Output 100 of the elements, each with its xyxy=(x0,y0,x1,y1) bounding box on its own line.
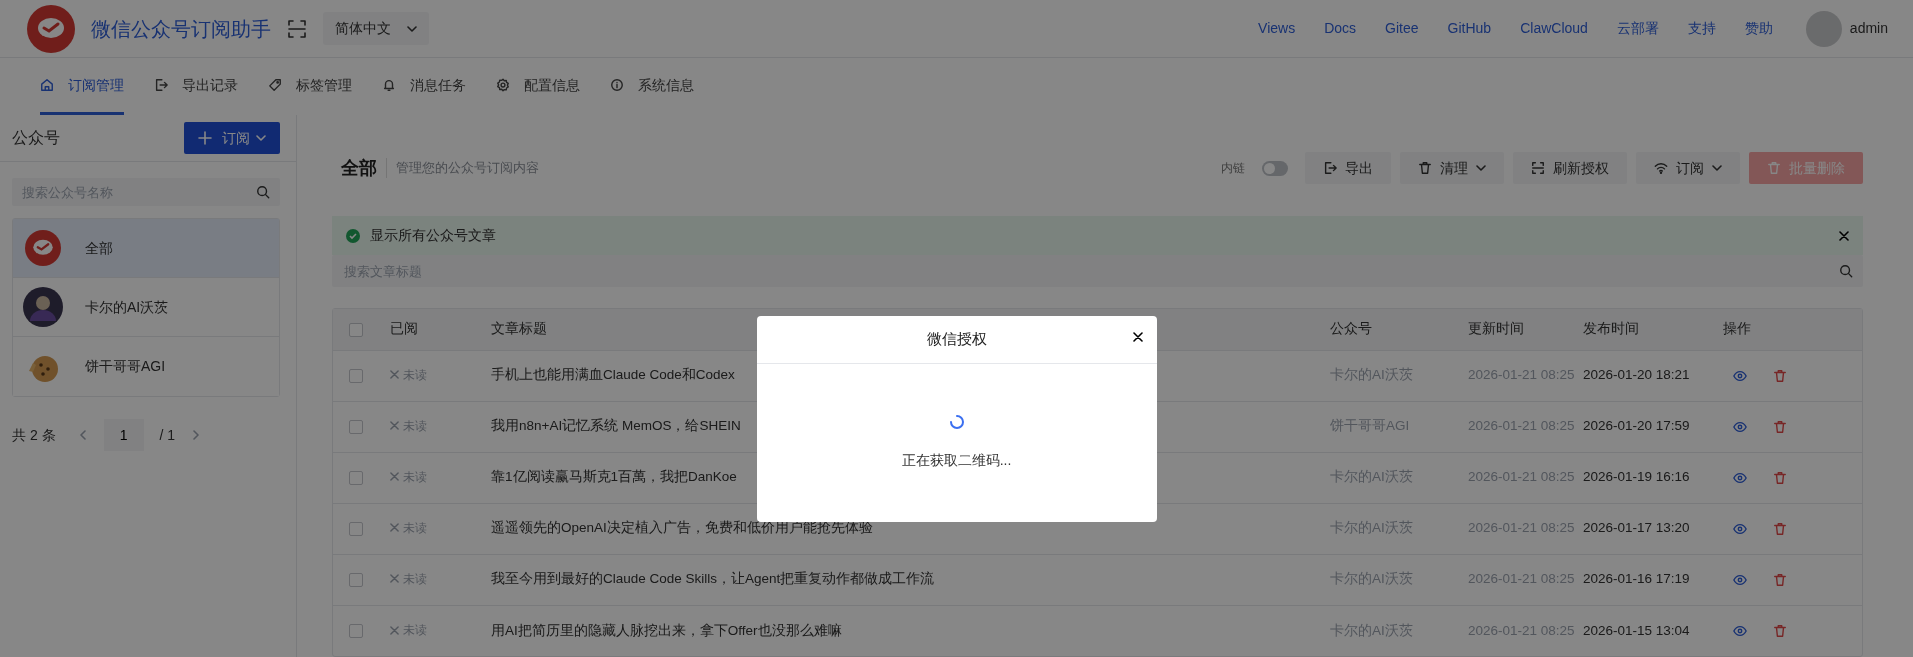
published-time: 2026-01-17 13:20 xyxy=(1583,520,1690,536)
column-header: 文章标题 xyxy=(491,321,547,337)
chevron-down-icon xyxy=(407,23,417,34)
user-avatar[interactable] xyxy=(1805,10,1842,47)
trash-icon xyxy=(1773,572,1787,587)
view-button[interactable] xyxy=(1733,572,1747,587)
logo-icon xyxy=(25,230,61,266)
home-icon xyxy=(40,78,54,92)
modal-title: 微信授权 xyxy=(926,329,987,350)
column-header: 操作 xyxy=(1723,321,1751,337)
checkbox[interactable] xyxy=(349,521,363,536)
delete-button[interactable] xyxy=(1773,368,1787,383)
toolbar-button[interactable]: 刷新授权 xyxy=(1513,152,1627,184)
nav-link[interactable]: 云部署 xyxy=(1616,18,1659,39)
nav-link[interactable]: 赞助 xyxy=(1744,18,1773,39)
avatar-icon xyxy=(23,287,63,327)
nav-tab[interactable]: 消息任务 xyxy=(382,58,466,115)
exit-icon xyxy=(1323,161,1337,175)
nav-tab[interactable]: 导出记录 xyxy=(154,58,238,115)
toolbar-button[interactable]: 导出 xyxy=(1305,152,1391,184)
loading-spinner xyxy=(948,414,965,430)
view-button[interactable] xyxy=(1733,470,1747,485)
close-button[interactable] xyxy=(1132,332,1143,342)
delete-button[interactable] xyxy=(1773,470,1787,485)
delete-button[interactable] xyxy=(1773,572,1787,587)
toolbar-button[interactable]: 订阅 xyxy=(1636,152,1740,184)
nav-link[interactable]: GitHub xyxy=(1447,18,1492,39)
checkbox[interactable] xyxy=(349,368,363,383)
cross-icon xyxy=(390,421,399,431)
trash-icon xyxy=(1773,419,1787,434)
toolbar-button[interactable]: 清理 xyxy=(1400,152,1504,184)
chevron-left-icon xyxy=(77,430,88,440)
nav-link[interactable]: Views xyxy=(1258,18,1296,39)
chevron-down-icon xyxy=(1712,163,1722,173)
delete-button[interactable] xyxy=(1773,521,1787,536)
view-button[interactable] xyxy=(1733,623,1747,638)
total-count: 共 2 条 xyxy=(12,425,56,445)
subscribe-button[interactable]: 订阅 xyxy=(184,122,280,154)
eye-icon xyxy=(1733,521,1747,536)
article-title: 手机上也能用满血Claude Code和Codex xyxy=(491,367,735,383)
chevron-down-icon xyxy=(256,133,266,143)
scan-icon xyxy=(1531,161,1545,175)
nav-tab[interactable]: 配置信息 xyxy=(496,58,580,115)
page-field[interactable]: 1 xyxy=(103,419,144,451)
trash-icon xyxy=(1773,368,1787,383)
published-time: 2026-01-20 17:59 xyxy=(1583,418,1690,434)
nav-link[interactable]: Docs xyxy=(1324,18,1357,39)
info-icon xyxy=(610,78,624,92)
eye-icon xyxy=(1733,470,1747,485)
nav-tab[interactable]: 订阅管理 xyxy=(40,58,124,115)
logo-icon xyxy=(27,4,75,53)
view-button[interactable] xyxy=(1733,521,1747,536)
account-item[interactable]: 全部 xyxy=(13,219,279,278)
trash-icon xyxy=(1418,161,1432,175)
user-name: admin xyxy=(1849,19,1888,38)
nav-tab[interactable]: 系统信息 xyxy=(610,58,694,115)
view-button[interactable] xyxy=(1733,368,1747,383)
checkbox[interactable] xyxy=(349,419,363,434)
nav-tab[interactable]: 标签管理 xyxy=(268,58,352,115)
toggle-label: 内链 xyxy=(1221,160,1245,177)
checkbox[interactable] xyxy=(349,322,363,337)
toggle-switch[interactable] xyxy=(1262,160,1288,176)
cross-icon xyxy=(390,472,399,482)
trash-icon xyxy=(1773,521,1787,536)
checkbox[interactable] xyxy=(349,470,363,485)
close-icon xyxy=(1839,230,1849,241)
loading-text: 正在获取二维码... xyxy=(901,451,1012,470)
delete-button[interactable] xyxy=(1773,419,1787,434)
nav-link[interactable]: Gitee xyxy=(1385,18,1419,39)
cross-icon xyxy=(390,625,399,635)
exit-icon xyxy=(154,78,168,92)
checkbox[interactable] xyxy=(349,624,363,639)
plus-icon xyxy=(198,131,212,145)
close-icon xyxy=(1132,332,1143,342)
scan-icon xyxy=(287,18,307,39)
delete-button[interactable] xyxy=(1773,623,1787,638)
search-icon xyxy=(256,185,270,199)
page-title: 全部 xyxy=(341,156,377,180)
published-time: 2026-01-20 18:21 xyxy=(1583,367,1690,383)
bell-icon xyxy=(382,78,396,92)
trash-icon xyxy=(1773,470,1787,485)
check-circle-icon xyxy=(346,228,360,243)
checkbox[interactable] xyxy=(349,572,363,587)
app-title: 微信公众号订阅助手 xyxy=(91,16,271,42)
language-select[interactable]: 简体中文 xyxy=(323,12,429,45)
cross-icon xyxy=(390,574,399,584)
eye-icon xyxy=(1733,572,1747,587)
nav-link[interactable]: ClawCloud xyxy=(1520,18,1588,39)
published-time: 2026-01-15 13:04 xyxy=(1583,622,1690,638)
wifi-icon xyxy=(1654,161,1668,175)
sidebar-title: 公众号 xyxy=(12,128,60,148)
page-count: / 1 xyxy=(159,425,176,445)
eye-icon xyxy=(1733,419,1747,434)
nav-link[interactable]: 支持 xyxy=(1687,18,1716,39)
trash-icon xyxy=(1773,623,1787,638)
article-title: 用AI把简历里的隐藏人脉挖出来，拿下Offer也没那么难嘛 xyxy=(491,622,842,638)
column-header: 更新时间 xyxy=(1468,321,1524,337)
eye-icon xyxy=(1733,623,1747,638)
article-title: 靠1亿阅读赢马斯克1百萬，我把DanKoe xyxy=(491,469,737,485)
view-button[interactable] xyxy=(1733,419,1747,434)
